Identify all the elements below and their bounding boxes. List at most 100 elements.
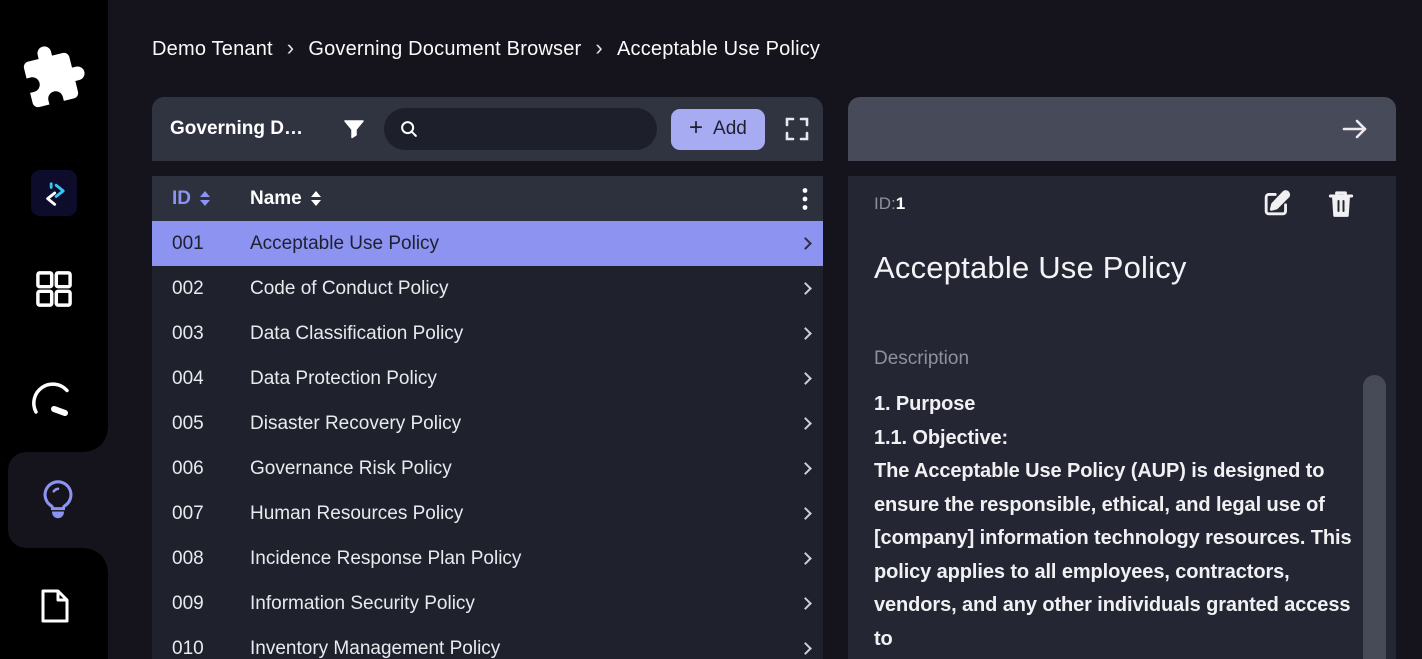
table-row[interactable]: 004 Data Protection Policy <box>152 356 823 401</box>
collapse-panel-button[interactable] <box>1336 112 1374 146</box>
document-list-panel: Governing D… + Add ID <box>152 97 823 659</box>
row-name-cell: Incidence Response Plan Policy <box>250 548 787 570</box>
row-id-cell: 008 <box>152 548 250 570</box>
add-button-label: Add <box>713 118 747 140</box>
edit-icon <box>1261 188 1292 219</box>
chevron-right-icon <box>787 419 823 428</box>
plus-icon: + <box>689 116 703 140</box>
chevron-right-icon <box>787 239 823 248</box>
document-icon <box>32 582 76 630</box>
column-header-name-label: Name <box>250 188 302 210</box>
chevron-right-icon <box>787 509 823 518</box>
detail-topbar <box>848 97 1396 161</box>
breadcrumb-label: Acceptable Use Policy <box>617 38 820 61</box>
fullscreen-button[interactable] <box>779 111 815 147</box>
table-body: 001 Acceptable Use Policy 002 Code of Co… <box>152 221 823 659</box>
breadcrumb-separator-icon: › <box>595 35 603 61</box>
arrow-right-icon <box>1340 116 1370 142</box>
breadcrumb: Demo Tenant › Governing Document Browser… <box>152 36 820 62</box>
detail-title: Acceptable Use Policy <box>874 250 1187 286</box>
chevron-right-icon <box>787 599 823 608</box>
chevron-right-icon <box>787 374 823 383</box>
row-id-cell: 001 <box>152 233 250 255</box>
table-menu-button[interactable] <box>787 187 823 211</box>
scrollbar-thumb[interactable] <box>1363 375 1386 659</box>
row-name-cell: Code of Conduct Policy <box>250 278 787 300</box>
row-id-cell: 002 <box>152 278 250 300</box>
detail-body: ID:1 A <box>848 176 1396 659</box>
app-logo[interactable] <box>0 0 108 150</box>
table-row[interactable]: 005 Disaster Recovery Policy <box>152 401 823 446</box>
row-id-cell: 006 <box>152 458 250 480</box>
record-id-value: 1 <box>896 194 905 213</box>
search-box[interactable] <box>384 108 657 150</box>
list-toolbar: Governing D… + Add <box>152 97 823 161</box>
table-row[interactable]: 002 Code of Conduct Policy <box>152 266 823 311</box>
list-title: Governing D… <box>170 118 338 140</box>
row-name-cell: Governance Risk Policy <box>250 458 787 480</box>
breadcrumb-separator-icon: › <box>287 35 295 61</box>
row-name-cell: Data Protection Policy <box>250 368 787 390</box>
table-row[interactable]: 007 Human Resources Policy <box>152 491 823 536</box>
row-id-cell: 010 <box>152 638 250 659</box>
chevron-right-icon <box>787 284 823 293</box>
sidebar-item-documents[interactable] <box>0 548 108 659</box>
row-name-cell: Disaster Recovery Policy <box>250 413 787 435</box>
breadcrumb-item[interactable]: Demo Tenant › <box>152 36 294 62</box>
chevron-right-icon <box>787 329 823 338</box>
lightbulb-icon <box>35 475 81 525</box>
description-text: 1. Purpose 1.1. Objective: The Acceptabl… <box>874 388 1366 656</box>
grid-icon <box>31 266 77 312</box>
breadcrumb-item[interactable]: Governing Document Browser › <box>308 36 603 62</box>
table-row[interactable]: 008 Incidence Response Plan Policy <box>152 536 823 581</box>
edit-button[interactable] <box>1257 184 1296 223</box>
add-button[interactable]: + Add <box>671 109 765 150</box>
sort-icon <box>311 191 321 206</box>
code-icon <box>31 170 77 216</box>
puzzle-logo-icon <box>14 35 94 115</box>
row-id-cell: 003 <box>152 323 250 345</box>
row-name-cell: Data Classification Policy <box>250 323 787 345</box>
sidebar-item-apps[interactable] <box>0 236 108 342</box>
gauge-icon <box>29 377 79 417</box>
sidebar-item-code[interactable] <box>0 150 108 236</box>
record-id-label: ID: <box>874 194 896 213</box>
chevron-right-icon <box>787 644 823 653</box>
sidebar-item-policies[interactable] <box>8 452 108 548</box>
row-name-cell: Acceptable Use Policy <box>250 233 787 255</box>
filter-button[interactable] <box>338 113 370 145</box>
description-line: 1. Purpose <box>874 388 1366 422</box>
table-row[interactable]: 003 Data Classification Policy <box>152 311 823 356</box>
breadcrumb-item[interactable]: Acceptable Use Policy › <box>617 38 820 61</box>
trash-icon <box>1326 188 1356 219</box>
row-id-cell: 005 <box>152 413 250 435</box>
search-icon <box>398 118 420 140</box>
detail-actions <box>1257 184 1360 223</box>
search-input[interactable] <box>428 108 649 150</box>
row-id-cell: 007 <box>152 503 250 525</box>
table-row[interactable]: 010 Inventory Management Policy <box>152 626 823 659</box>
column-header-id[interactable]: ID <box>152 188 250 210</box>
sort-icon <box>200 191 210 206</box>
table-row[interactable]: 001 Acceptable Use Policy <box>152 221 823 266</box>
document-table: ID Name 001 Acceptable Use Policy <box>152 176 823 659</box>
fullscreen-icon <box>783 115 811 143</box>
record-id: ID:1 <box>874 194 905 214</box>
row-name-cell: Human Resources Policy <box>250 503 787 525</box>
sidebar <box>0 0 108 659</box>
chevron-right-icon <box>787 464 823 473</box>
row-name-cell: Information Security Policy <box>250 593 787 615</box>
table-row[interactable]: 006 Governance Risk Policy <box>152 446 823 491</box>
column-header-name[interactable]: Name <box>250 188 787 210</box>
document-detail-panel: ID:1 A <box>848 97 1396 659</box>
description-line: The Acceptable Use Policy (AUP) is desig… <box>874 455 1366 656</box>
row-id-cell: 009 <box>152 593 250 615</box>
table-row[interactable]: 009 Information Security Policy <box>152 581 823 626</box>
row-id-cell: 004 <box>152 368 250 390</box>
delete-button[interactable] <box>1322 184 1360 223</box>
description-label: Description <box>874 348 969 370</box>
row-name-cell: Inventory Management Policy <box>250 638 787 659</box>
breadcrumb-label: Demo Tenant <box>152 38 273 61</box>
breadcrumb-label: Governing Document Browser <box>308 38 581 61</box>
chevron-right-icon <box>787 554 823 563</box>
